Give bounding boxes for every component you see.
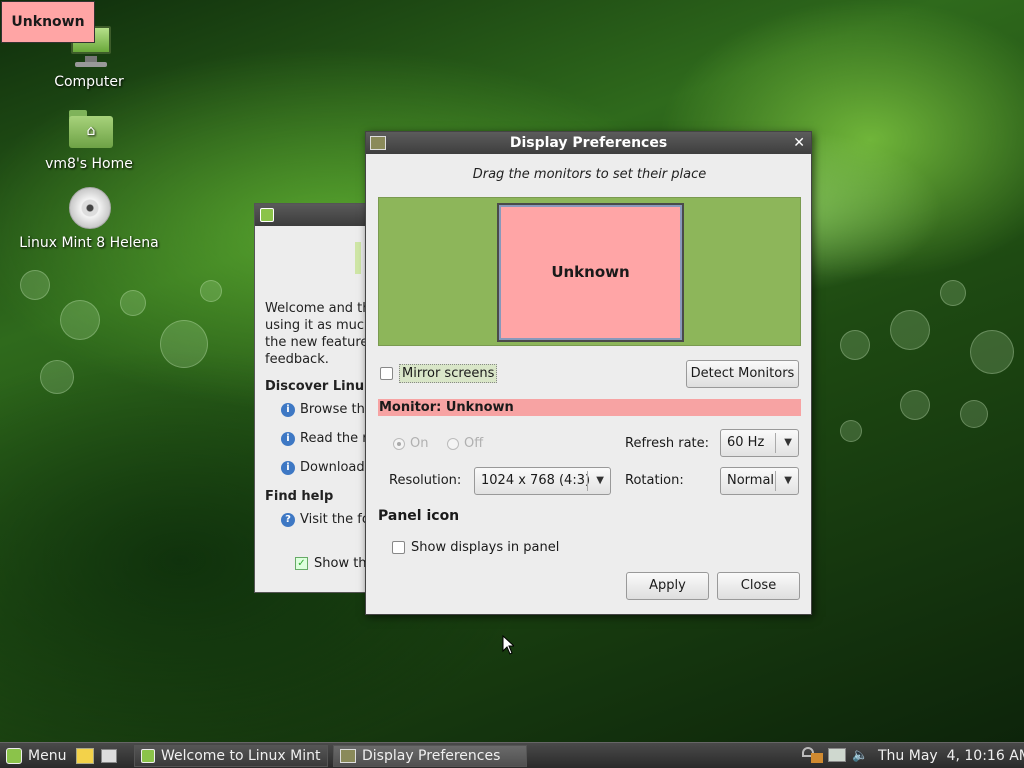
- section-heading-help: Find help: [265, 489, 334, 504]
- help-icon: ?: [281, 512, 295, 527]
- desktop-icon-cd[interactable]: Linux Mint 8 Helena: [19, 183, 159, 251]
- chevron-down-icon: ▼: [596, 475, 604, 486]
- info-icon: i: [281, 402, 295, 417]
- resolution-select[interactable]: 1024 x 768 (4:3) ▼: [474, 467, 611, 495]
- network-icon[interactable]: [828, 748, 846, 762]
- main-menu-button[interactable]: Menu: [6, 745, 66, 767]
- welcome-link[interactable]: i Browse th: [265, 395, 373, 424]
- mint-logo-fragment: [355, 242, 361, 274]
- mouse-pointer-icon: [502, 635, 514, 655]
- apply-button[interactable]: Apply: [626, 572, 709, 600]
- welcome-link-label: Visit the fo: [300, 512, 370, 527]
- on-radio[interactable]: On: [393, 436, 428, 451]
- taskbar-task-welcome[interactable]: Welcome to Linux Mint: [134, 745, 328, 767]
- rotation-value: Normal: [727, 473, 775, 488]
- rotation-label: Rotation:: [625, 473, 684, 488]
- volume-icon[interactable]: 🔈: [852, 748, 868, 764]
- welcome-text-line: Welcome and th: [265, 301, 371, 316]
- mirror-screens-checkbox[interactable]: Mirror screens: [380, 364, 498, 383]
- text-editor-launcher[interactable]: [76, 745, 94, 767]
- info-icon: i: [281, 460, 295, 475]
- checkbox-icon: [380, 367, 393, 380]
- radio-selected-icon: [393, 437, 405, 450]
- terminal-launcher[interactable]: [101, 745, 117, 767]
- show-displays-label: Show displays in panel: [411, 540, 560, 555]
- text-editor-icon: [76, 748, 94, 764]
- welcome-text-line: the new feature: [265, 335, 369, 350]
- task-label: Display Preferences: [362, 748, 501, 764]
- mirror-screens-label: Mirror screens: [399, 364, 498, 383]
- cd-icon: [65, 183, 113, 231]
- chevron-down-icon: ▼: [784, 437, 792, 448]
- terminal-icon: [101, 749, 117, 763]
- desktop-icon-home[interactable]: ⌂ vm8's Home: [19, 104, 159, 172]
- checkbox-icon: [392, 541, 405, 554]
- display-app-icon: [340, 749, 356, 763]
- welcome-window[interactable]: Welcome and th using it as muc the new f…: [254, 203, 374, 593]
- welcome-link[interactable]: ? Visit the fo: [265, 505, 373, 534]
- taskbar-task-display-preferences[interactable]: Display Preferences: [333, 745, 527, 767]
- mint-logo-icon: [260, 208, 274, 222]
- refresh-rate-label: Refresh rate:: [625, 436, 710, 451]
- close-icon[interactable]: ✕: [793, 132, 805, 154]
- panel-icon-heading: Panel icon: [378, 508, 460, 524]
- info-icon: i: [281, 431, 295, 446]
- clock[interactable]: Thu May 4, 10:16 AM: [878, 745, 1024, 767]
- update-icon[interactable]: [811, 753, 823, 763]
- desktop-icon-label: Linux Mint 8 Helena: [19, 235, 159, 251]
- mint-logo-icon: [141, 749, 155, 763]
- monitor-identify-label: Unknown: [1, 1, 95, 43]
- monitor-name-banner: Monitor: Unknown: [378, 399, 801, 416]
- chevron-down-icon: ▼: [784, 475, 792, 486]
- display-preferences-dialog[interactable]: Display Preferences ✕ Drag the monitors …: [365, 131, 812, 615]
- off-radio[interactable]: Off: [447, 436, 483, 451]
- welcome-text-line: feedback.: [265, 352, 329, 367]
- welcome-link[interactable]: i Read the r: [265, 424, 373, 453]
- welcome-text-line: using it as muc: [265, 318, 365, 333]
- home-folder-icon: ⌂: [65, 104, 113, 152]
- radio-icon: [447, 437, 459, 450]
- off-label: Off: [464, 436, 484, 451]
- menu-label: Menu: [28, 748, 67, 764]
- task-label: Welcome to Linux Mint: [161, 748, 321, 764]
- resolution-value: 1024 x 768 (4:3): [481, 473, 591, 488]
- refresh-rate-select[interactable]: 60 Hz ▼: [720, 429, 799, 457]
- desktop-icon-label: Computer: [54, 74, 124, 90]
- welcome-content: Welcome and th using it as muc the new f…: [265, 300, 373, 534]
- desktop-icon-label: vm8's Home: [45, 156, 133, 172]
- welcome-link[interactable]: i Download: [265, 453, 373, 482]
- display-app-icon: [370, 136, 386, 150]
- welcome-link-label: Download: [300, 460, 365, 475]
- drag-instruction: Drag the monitors to set their place: [472, 167, 707, 182]
- checkbox-checked-icon: ✓: [295, 557, 308, 570]
- show-on-startup-checkbox[interactable]: ✓ Show th: [295, 556, 367, 571]
- close-button[interactable]: Close: [717, 572, 800, 600]
- welcome-titlebar[interactable]: [255, 204, 373, 226]
- dialog-title: Display Preferences: [509, 135, 668, 151]
- detect-monitors-button[interactable]: Detect Monitors: [686, 360, 799, 388]
- resolution-label: Resolution:: [389, 473, 462, 488]
- on-label: On: [410, 436, 429, 451]
- taskbar: Menu Welcome to Linux Mint Display Prefe…: [0, 742, 1024, 768]
- rotation-select[interactable]: Normal ▼: [720, 467, 799, 495]
- welcome-link-label: Read the r: [300, 431, 368, 446]
- clock-text: Thu May 4, 10:16 AM: [878, 748, 1024, 764]
- monitor-arrangement-area[interactable]: Unknown: [378, 197, 801, 346]
- show-on-startup-label: Show th: [314, 556, 367, 571]
- show-displays-in-panel-checkbox[interactable]: Show displays in panel: [392, 540, 559, 555]
- mint-logo-icon: [6, 748, 22, 764]
- welcome-link-label: Browse th: [300, 402, 365, 417]
- section-heading-discover: Discover Linu: [265, 379, 365, 394]
- refresh-rate-value: 60 Hz: [727, 435, 765, 450]
- dialog-titlebar[interactable]: Display Preferences ✕: [366, 132, 811, 154]
- monitor-box[interactable]: Unknown: [497, 203, 684, 342]
